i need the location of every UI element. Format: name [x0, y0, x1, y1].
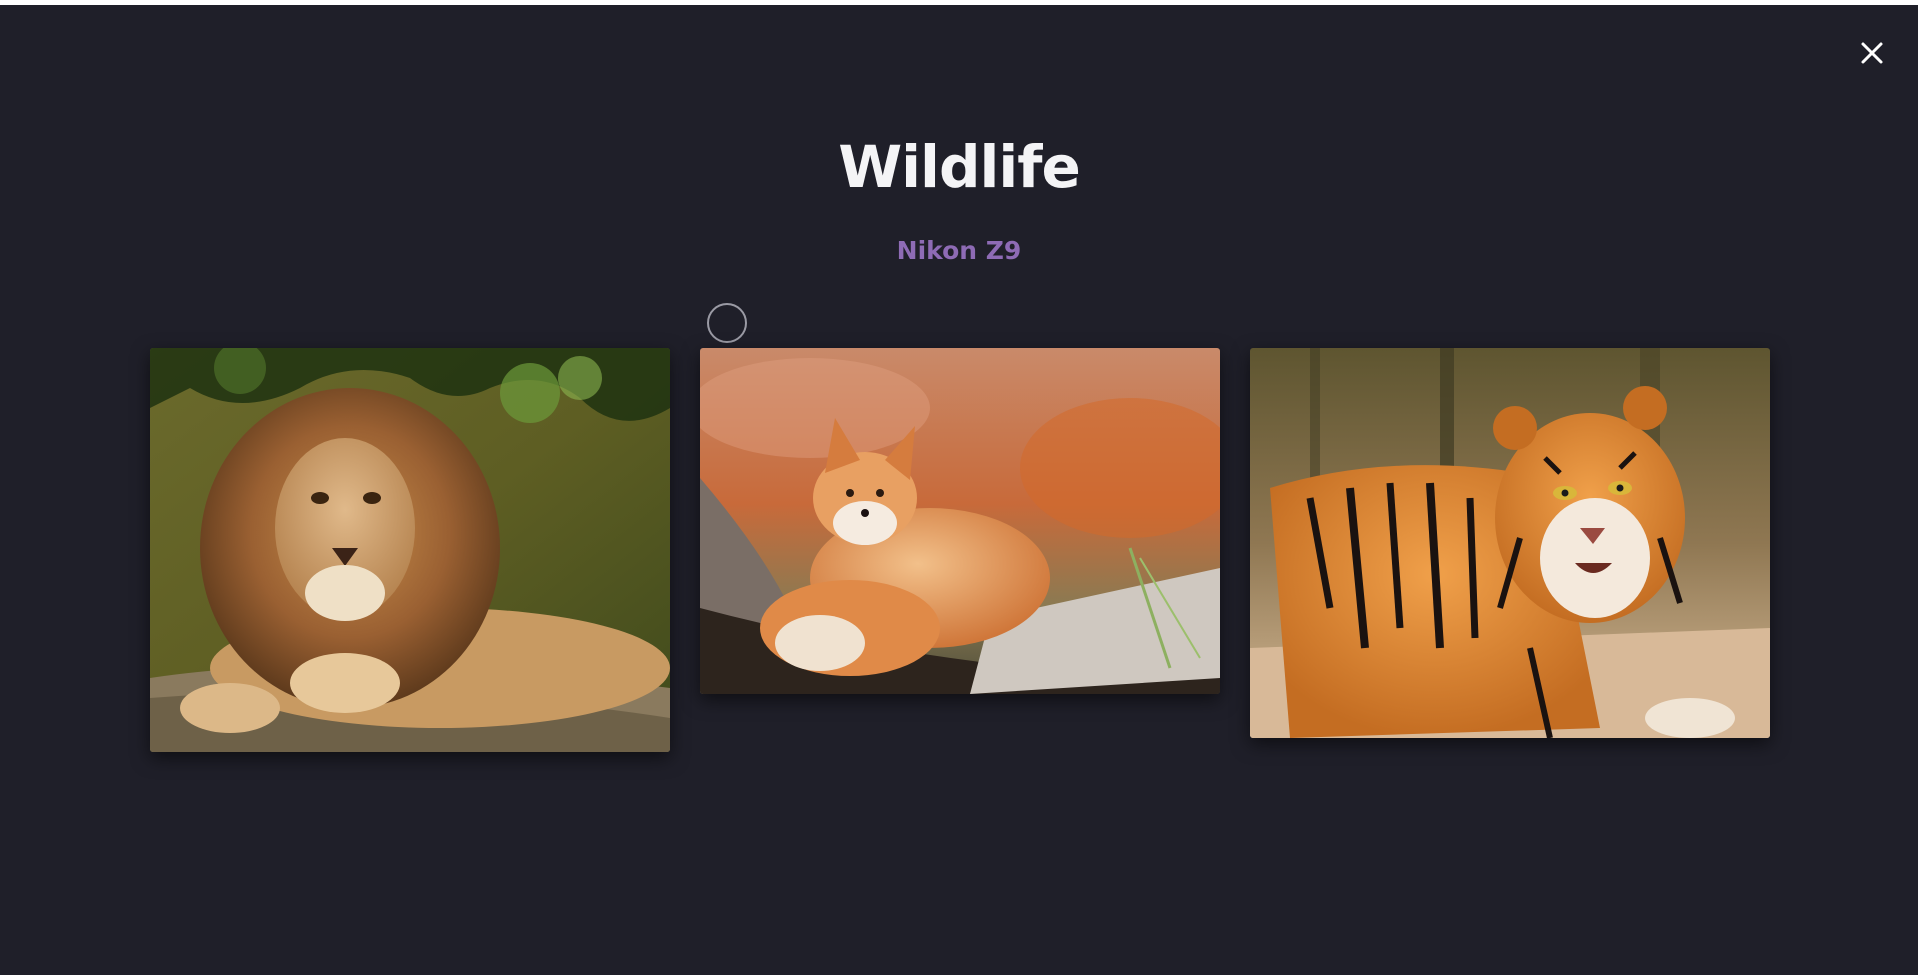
photo-fox[interactable]: [700, 348, 1220, 694]
close-icon: [1861, 42, 1883, 64]
gallery-modal: Wildlife Nikon Z9: [0, 5, 1918, 975]
fox-photo: [700, 348, 1220, 694]
close-button[interactable]: [1852, 33, 1892, 73]
photo-lion[interactable]: [150, 348, 670, 752]
cursor-ring: [707, 303, 747, 343]
tiger-photo: [1250, 348, 1770, 738]
gallery-subtitle: Nikon Z9: [896, 236, 1022, 265]
lion-photo: [150, 348, 670, 752]
photo-tiger[interactable]: [1250, 348, 1770, 738]
gallery-title: Wildlife: [838, 133, 1081, 201]
